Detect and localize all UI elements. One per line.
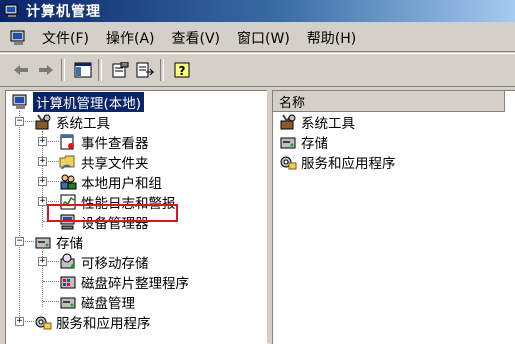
computer-management-icon — [12, 94, 27, 109]
tree-label: 磁盘管理 — [81, 296, 135, 312]
menu-bar: 文件(F) 操作(A) 查看(V) 窗口(W) 帮助(H) — [0, 24, 515, 52]
collapse-toggle[interactable]: − — [15, 117, 24, 126]
show-hide-tree-icon[interactable] — [72, 59, 94, 81]
tree-line — [19, 111, 20, 322]
forward-arrow-icon[interactable] — [35, 59, 57, 81]
tree-item-defrag[interactable]: 磁盘碎片整理程序 — [59, 272, 189, 292]
expand-toggle[interactable]: + — [38, 177, 47, 186]
computer-management-icon — [4, 4, 18, 17]
tree-label: 存储 — [56, 236, 83, 252]
tree-item-removable-storage[interactable]: 可移动存储 — [59, 252, 149, 272]
tree-label: 事件查看器 — [81, 136, 149, 152]
back-arrow-icon[interactable] — [10, 59, 32, 81]
toolbar-separator — [98, 59, 102, 81]
services-icon — [280, 156, 297, 170]
tree-item-system-tools[interactable]: 系统工具 — [34, 112, 110, 132]
column-header-name[interactable]: 名称 — [273, 91, 505, 112]
list-item-label: 系统工具 — [301, 116, 355, 132]
disk-management-icon — [60, 297, 76, 309]
tree-item-services-apps[interactable]: 服务和应用程序 — [34, 312, 151, 332]
tree-item-local-users[interactable]: 本地用户和组 — [59, 172, 162, 192]
storage-icon — [35, 237, 51, 249]
toolbar: ? — [0, 53, 515, 87]
tree-label: 磁盘碎片整理程序 — [81, 276, 189, 292]
menu-view[interactable]: 查看(V) — [166, 26, 232, 50]
tools-icon — [280, 114, 296, 130]
expand-toggle[interactable]: + — [38, 157, 47, 166]
event-viewer-icon — [60, 134, 74, 150]
tree-label: 系统工具 — [56, 116, 110, 132]
help-icon[interactable]: ? — [171, 59, 193, 81]
tree-item-root[interactable]: 计算机管理(本地) — [12, 92, 145, 112]
toolbar-separator — [61, 59, 65, 81]
shared-folder-icon — [59, 155, 75, 170]
menu-action[interactable]: 操作(A) — [100, 26, 166, 50]
expand-toggle[interactable]: + — [38, 257, 47, 266]
details-pane[interactable]: 名称 系统工具 存储 服务和应用程序 — [272, 90, 515, 344]
defrag-icon — [60, 276, 76, 289]
menu-file[interactable]: 文件(F) — [36, 26, 100, 50]
column-header-label: 名称 — [279, 95, 306, 111]
users-icon — [60, 174, 77, 190]
tree-label: 本地用户和组 — [81, 176, 162, 192]
tree-label-root: 计算机管理(本地) — [33, 92, 145, 112]
expand-toggle[interactable]: + — [38, 137, 47, 146]
tree-item-disk-management[interactable]: 磁盘管理 — [59, 292, 135, 312]
collapse-toggle[interactable]: − — [15, 237, 24, 246]
window-title: 计算机管理 — [26, 4, 101, 20]
tools-icon — [35, 114, 51, 130]
list-item-services-apps[interactable]: 服务和应用程序 — [273, 152, 515, 172]
tree-label: 服务和应用程序 — [56, 316, 151, 332]
list-item-system-tools[interactable]: 系统工具 — [273, 112, 515, 132]
list-item-label: 存储 — [301, 136, 328, 152]
properties-icon[interactable] — [109, 59, 131, 81]
menu-help[interactable]: 帮助(H) — [301, 26, 367, 50]
removable-storage-icon — [60, 253, 75, 269]
tree-item-event-viewer[interactable]: 事件查看器 — [59, 132, 149, 152]
expand-toggle[interactable]: + — [15, 317, 24, 326]
export-list-icon[interactable] — [134, 59, 156, 81]
tree-line — [43, 301, 59, 302]
tree-label: 共享文件夹 — [81, 156, 149, 172]
toolbar-separator — [160, 59, 164, 81]
title-bar[interactable]: 计算机管理 — [0, 0, 515, 22]
menu-window[interactable]: 窗口(W) — [231, 26, 301, 50]
services-icon — [35, 316, 52, 330]
svg-text:?: ? — [179, 64, 186, 78]
storage-icon — [280, 137, 296, 149]
system-menu-icon[interactable] — [10, 29, 28, 47]
tree-item-storage[interactable]: 存储 — [34, 232, 83, 252]
annotation-highlight — [47, 204, 178, 222]
tree-line — [43, 281, 59, 282]
list-item-label: 服务和应用程序 — [301, 156, 396, 172]
tree-label: 可移动存储 — [81, 256, 149, 272]
expand-toggle[interactable]: + — [38, 197, 47, 206]
list-item-storage[interactable]: 存储 — [273, 132, 515, 152]
tree-item-shared-folders[interactable]: 共享文件夹 — [59, 152, 149, 172]
